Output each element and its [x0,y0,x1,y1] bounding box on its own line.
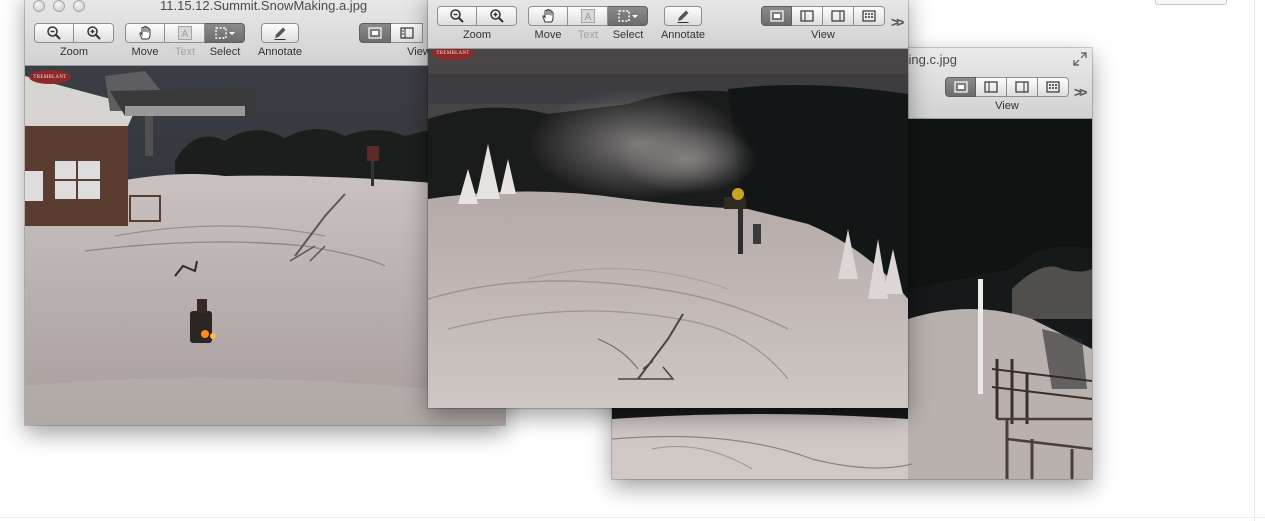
zoom-control [437,6,517,26]
annotate-button[interactable] [261,23,299,43]
view-single-button[interactable] [359,23,391,43]
contact-sheet-icon [1046,81,1060,93]
view-sidebar-right-button[interactable] [1007,77,1038,97]
view-control [945,77,1069,97]
sidebar-icon [399,27,414,39]
window-b-image: TREMBLANT [428,49,908,408]
zoom-in-button[interactable] [477,6,517,26]
move-label: Move [131,46,159,58]
sidebar-right-icon [1015,81,1029,93]
view-sidebar-button[interactable] [391,23,423,43]
text-tool-icon: A [580,9,595,23]
annotate-label: Annotate [660,29,706,41]
zoom-label: Zoom [59,46,89,58]
zoom-in-icon [86,26,101,40]
view-sidebar-right-button[interactable] [823,6,854,26]
window-a-title: 11.15.12.Summit.SnowMaking.a.jpg [160,0,368,13]
view-contact-sheet-button[interactable] [1038,77,1069,97]
move-label: Move [534,29,562,41]
view-control [761,6,885,26]
move-tool-button[interactable] [125,23,165,43]
zoom-out-button[interactable] [34,23,74,43]
desktop-button[interactable] [1155,0,1227,5]
tremblant-logo: TREMBLANT [29,70,71,84]
zoom-window-button[interactable] [73,0,85,12]
zoom-in-button[interactable] [74,23,114,43]
text-tool-button[interactable]: A [165,23,205,43]
contact-sheet-icon [862,10,876,22]
marquee-select-icon [214,27,235,39]
zoom-in-icon [489,9,504,23]
close-window-button[interactable] [33,0,45,12]
pencil-icon [677,10,689,23]
view-sidebar-button[interactable] [792,6,823,26]
fullscreen-icon[interactable] [1073,52,1087,66]
text-tool-icon: A [177,26,192,40]
view-label: View [811,29,835,41]
hand-icon [542,8,554,23]
marquee-select-icon [617,10,638,22]
single-page-icon [769,10,784,22]
zoom-control [34,23,114,43]
single-page-icon [368,27,382,39]
sidebar-icon [984,81,998,93]
annotate-label: Annotate [257,46,303,58]
toolbar-overflow-icon[interactable]: >> [1074,84,1087,100]
pencil-icon [274,27,286,40]
minimize-window-button[interactable] [53,0,65,12]
zoom-out-icon [450,9,464,23]
snowmaking-photo-b [428,49,908,408]
desktop-edge [1254,0,1255,521]
view-contact-sheet-button[interactable] [854,6,885,26]
view-label: View [995,100,1019,112]
text-label: Text [577,29,599,41]
sidebar-right-icon [831,10,845,22]
annotate-control [261,23,299,43]
window-c-title: king.c.jpg [902,52,957,67]
view-single-button[interactable] [761,6,792,26]
tool-control: A [125,23,245,43]
toolbar-overflow-icon[interactable]: >> [891,14,904,30]
hand-icon [139,25,151,40]
select-tool-button[interactable] [205,23,245,43]
preview-window-b: Zoom A Move Text Select Annotate View >>… [428,0,908,408]
tool-control: A [528,6,648,26]
svg-text:A: A [584,12,591,23]
zoom-out-icon [47,26,61,40]
zoom-out-button[interactable] [437,6,477,26]
text-tool-button[interactable]: A [568,6,608,26]
view-sidebar-button[interactable] [976,77,1007,97]
select-label: Select [612,29,644,41]
svg-text:A: A [181,29,188,40]
view-single-button[interactable] [945,77,976,97]
text-label: Text [174,46,196,58]
window-b-toolbar: Zoom A Move Text Select Annotate View >> [428,0,908,49]
view-control [359,23,423,43]
annotate-control [664,6,702,26]
desktop-divider [0,517,1265,518]
move-tool-button[interactable] [528,6,568,26]
select-label: Select [209,46,241,58]
annotate-button[interactable] [664,6,702,26]
select-tool-button[interactable] [608,6,648,26]
zoom-label: Zoom [462,29,492,41]
single-page-icon [953,81,968,93]
sidebar-icon [800,10,814,22]
